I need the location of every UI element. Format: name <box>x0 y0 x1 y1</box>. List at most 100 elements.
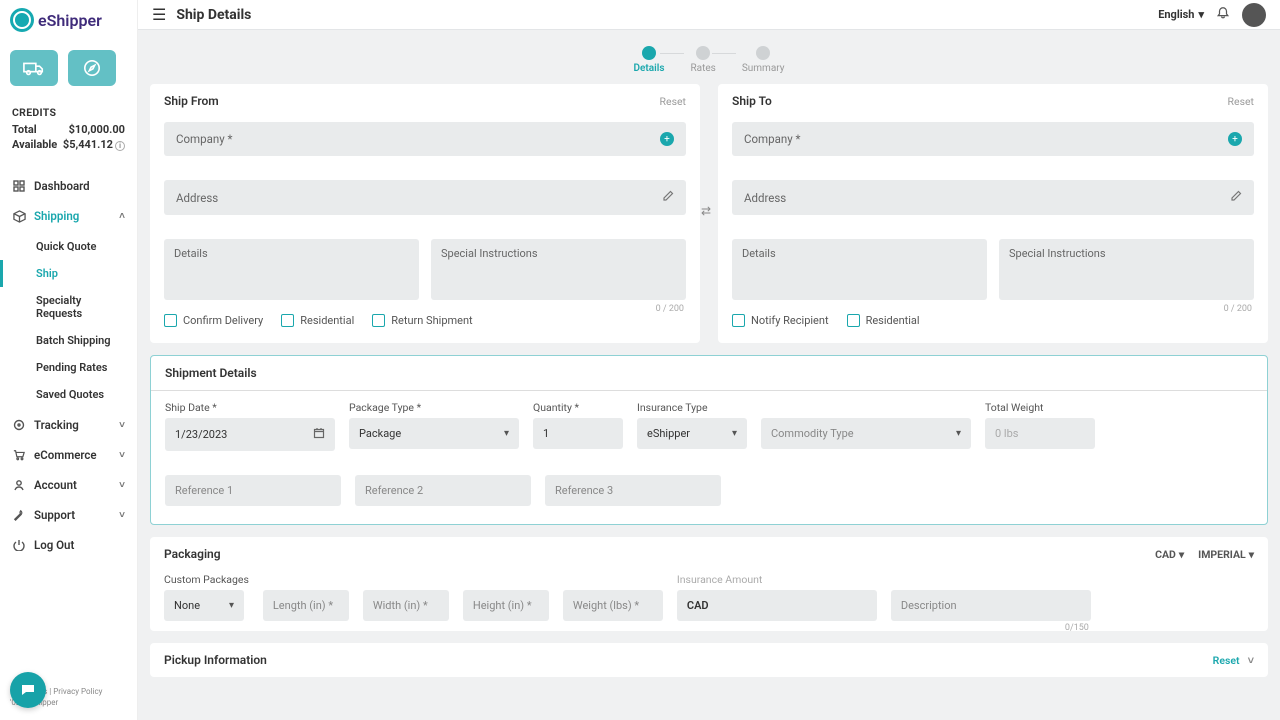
width-input[interactable]: Width (in) * <box>363 590 449 621</box>
pickup-heading: Pickup Information <box>164 653 267 667</box>
to-residential-checkbox[interactable]: Residential <box>847 314 920 327</box>
chat-launcher[interactable] <box>10 672 46 708</box>
caret-down-icon: ▾ <box>1179 548 1184 561</box>
user-avatar[interactable] <box>1242 3 1266 27</box>
nav-dashboard[interactable]: Dashboard <box>0 171 137 201</box>
package-type-label: Package Type * <box>349 401 519 414</box>
pickup-reset[interactable]: Reset <box>1213 654 1240 667</box>
shipment-details-card: Shipment Details Ship Date * 1/23/2023 P <box>150 355 1268 525</box>
weight-input[interactable]: Weight (lbs) * <box>563 590 663 621</box>
caret-down-icon: ▾ <box>1249 548 1254 561</box>
custom-packages-select[interactable]: None▾ <box>164 590 244 621</box>
insurance-amount-label: Insurance Amount <box>677 573 877 586</box>
credits-heading: CREDITS <box>12 106 125 119</box>
nav-pending[interactable]: Pending Rates <box>36 354 137 381</box>
from-company-input[interactable]: Company * + <box>164 122 686 156</box>
nav-batch[interactable]: Batch Shipping <box>36 327 137 354</box>
chevron-down-icon[interactable]: ˅ <box>1248 654 1254 667</box>
step-details[interactable]: Details <box>634 46 665 74</box>
to-address-input[interactable]: Address <box>732 180 1254 215</box>
main-nav: Dashboard Shipping ˄ Quick Quote Ship Sp… <box>0 163 137 683</box>
box-icon <box>12 209 26 223</box>
units-selector[interactable]: IMPERIAL ▾ <box>1198 548 1254 561</box>
bell-icon <box>1216 6 1230 20</box>
nav-logout[interactable]: Log Out <box>0 530 137 560</box>
checkbox-icon <box>847 314 860 327</box>
nav-specialty[interactable]: Specialty Requests <box>36 287 137 327</box>
from-instructions-counter: 0 / 200 <box>656 304 684 314</box>
from-residential-checkbox[interactable]: Residential <box>281 314 354 327</box>
from-instructions-textarea[interactable]: Special Instructions <box>431 239 686 300</box>
description-input[interactable]: Description <box>891 590 1091 621</box>
step-rates[interactable]: Rates <box>690 46 715 74</box>
insurance-amount-input[interactable]: CAD <box>677 590 877 621</box>
pencil-icon[interactable] <box>662 190 674 205</box>
insurance-type-select[interactable]: eShipper▾ <box>637 418 747 449</box>
caret-down-icon: ▾ <box>504 428 509 439</box>
language-selector[interactable]: English ▾ <box>1158 8 1204 21</box>
ship-date-input[interactable]: 1/23/2023 <box>165 418 335 451</box>
nav-shipping-submenu: Quick Quote Ship Specialty Requests Batc… <box>0 231 137 410</box>
nav-ecommerce[interactable]: eCommerce ˅ <box>0 440 137 470</box>
power-icon <box>12 538 26 552</box>
ship-to-heading: Ship To <box>732 94 772 108</box>
user-icon <box>12 478 26 492</box>
shipment-details-heading: Shipment Details <box>151 356 1267 391</box>
nav-account[interactable]: Account ˅ <box>0 470 137 500</box>
nav-quick-quote[interactable]: Quick Quote <box>36 233 137 260</box>
notifications-button[interactable] <box>1216 6 1230 24</box>
quantity-label: Quantity * <box>533 401 623 414</box>
chevron-up-icon: ˄ <box>119 211 125 222</box>
chevron-down-icon: ˅ <box>119 450 125 461</box>
brand-logo[interactable]: eShipper <box>0 8 137 38</box>
height-input[interactable]: Height (in) * <box>463 590 549 621</box>
ship-from-reset[interactable]: Reset <box>660 95 686 108</box>
notify-recipient-checkbox[interactable]: Notify Recipient <box>732 314 829 327</box>
quantity-input[interactable]: 1 <box>533 418 623 449</box>
menu-toggle[interactable]: ☰ <box>152 5 166 24</box>
pickup-card: Pickup Information Reset ˅ <box>150 643 1268 677</box>
quick-ship-button[interactable] <box>10 50 58 86</box>
ref2-input[interactable]: Reference 2 <box>355 475 531 506</box>
currency-selector[interactable]: CAD ▾ <box>1155 548 1184 561</box>
credits-total-label: Total <box>12 123 37 136</box>
confirm-delivery-checkbox[interactable]: Confirm Delivery <box>164 314 263 327</box>
step-summary[interactable]: Summary <box>742 46 785 74</box>
nav-ship[interactable]: Ship <box>36 260 137 287</box>
page-title: Ship Details <box>176 7 251 23</box>
ref1-input[interactable]: Reference 1 <box>165 475 341 506</box>
nav-support[interactable]: Support ˅ <box>0 500 137 530</box>
wrench-icon <box>12 508 26 522</box>
nav-saved[interactable]: Saved Quotes <box>36 381 137 408</box>
plus-circle-icon[interactable]: + <box>1228 132 1242 146</box>
return-shipment-checkbox[interactable]: Return Shipment <box>372 314 472 327</box>
plus-circle-icon[interactable]: + <box>660 132 674 146</box>
ship-to-card: Ship To Reset Company * + Address <box>718 84 1268 343</box>
nav-shipping[interactable]: Shipping ˄ <box>0 201 137 231</box>
commodity-type-select[interactable]: Commodity Type▾ <box>761 418 971 449</box>
pencil-icon[interactable] <box>1230 190 1242 205</box>
custom-packages-label: Custom Packages <box>164 573 249 586</box>
checkbox-icon <box>164 314 177 327</box>
credits-avail-value: $5,441.12 <box>63 138 113 151</box>
from-details-textarea[interactable]: Details <box>164 239 419 300</box>
swap-addresses-button[interactable]: ⇄ <box>701 204 711 218</box>
length-input[interactable]: Length (in) * <box>263 590 349 621</box>
from-to-row: Ship From Reset Company * + Address <box>150 84 1268 355</box>
package-type-select[interactable]: Package▾ <box>349 418 519 449</box>
from-address-input[interactable]: Address <box>164 180 686 215</box>
ref3-input[interactable]: Reference 3 <box>545 475 721 506</box>
to-details-textarea[interactable]: Details <box>732 239 987 300</box>
credits-total-value: $10,000.00 <box>69 123 125 136</box>
to-instructions-textarea[interactable]: Special Instructions <box>999 239 1254 300</box>
to-company-input[interactable]: Company * + <box>732 122 1254 156</box>
explore-button[interactable] <box>68 50 116 86</box>
ship-from-heading: Ship From <box>164 94 219 108</box>
chevron-down-icon: ˅ <box>119 480 125 491</box>
nav-tracking[interactable]: Tracking ˅ <box>0 410 137 440</box>
content-scroll[interactable]: Details Rates Summary Ship From Reset <box>138 30 1280 720</box>
info-icon[interactable]: i <box>115 141 125 151</box>
ship-to-reset[interactable]: Reset <box>1228 95 1254 108</box>
chat-icon <box>20 682 36 698</box>
description-counter: 0/150 <box>1065 623 1089 633</box>
